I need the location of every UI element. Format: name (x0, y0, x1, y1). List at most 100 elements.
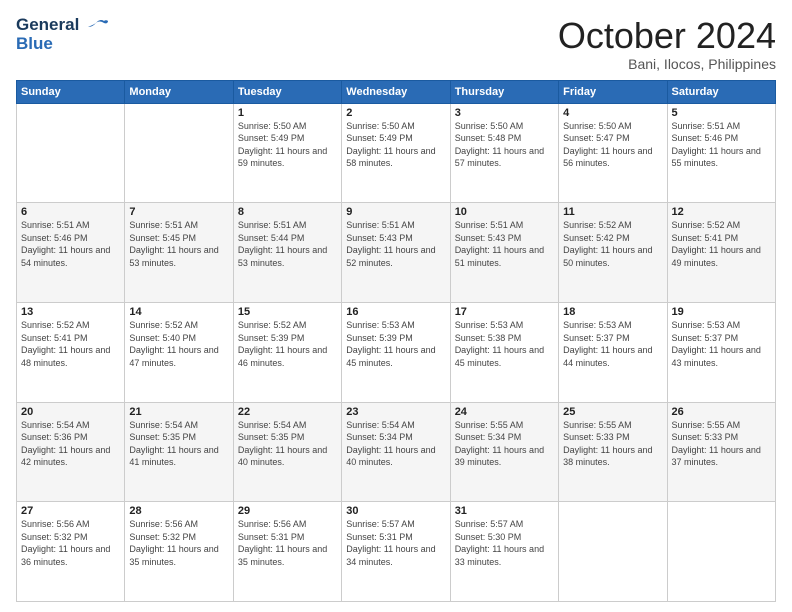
table-row: 10 Sunrise: 5:51 AMSunset: 5:43 PMDaylig… (450, 203, 558, 303)
calendar-week-row: 6 Sunrise: 5:51 AMSunset: 5:46 PMDayligh… (17, 203, 776, 303)
day-number: 12 (672, 206, 771, 218)
cell-info: Sunrise: 5:52 AMSunset: 5:41 PMDaylight:… (672, 219, 771, 269)
calendar-header-row: Sunday Monday Tuesday Wednesday Thursday… (17, 80, 776, 103)
day-number: 25 (563, 406, 662, 418)
cell-info: Sunrise: 5:51 AMSunset: 5:43 PMDaylight:… (455, 219, 554, 269)
table-row (667, 502, 775, 602)
col-tuesday: Tuesday (233, 80, 341, 103)
day-number: 29 (238, 505, 337, 517)
table-row: 17 Sunrise: 5:53 AMSunset: 5:38 PMDaylig… (450, 302, 558, 402)
day-number: 19 (672, 306, 771, 318)
cell-info: Sunrise: 5:52 AMSunset: 5:41 PMDaylight:… (21, 319, 120, 369)
day-number: 4 (563, 107, 662, 119)
table-row: 23 Sunrise: 5:54 AMSunset: 5:34 PMDaylig… (342, 402, 450, 502)
logo-blue: Blue (16, 35, 108, 54)
day-number: 30 (346, 505, 445, 517)
table-row (125, 103, 233, 203)
title-section: October 2024 Bani, Ilocos, Philippines (558, 16, 776, 72)
day-number: 13 (21, 306, 120, 318)
day-number: 18 (563, 306, 662, 318)
table-row: 28 Sunrise: 5:56 AMSunset: 5:32 PMDaylig… (125, 502, 233, 602)
cell-info: Sunrise: 5:54 AMSunset: 5:35 PMDaylight:… (238, 419, 337, 469)
cell-info: Sunrise: 5:52 AMSunset: 5:42 PMDaylight:… (563, 219, 662, 269)
day-number: 14 (129, 306, 228, 318)
col-sunday: Sunday (17, 80, 125, 103)
day-number: 8 (238, 206, 337, 218)
cell-info: Sunrise: 5:56 AMSunset: 5:31 PMDaylight:… (238, 518, 337, 568)
table-row: 15 Sunrise: 5:52 AMSunset: 5:39 PMDaylig… (233, 302, 341, 402)
table-row: 1 Sunrise: 5:50 AMSunset: 5:49 PMDayligh… (233, 103, 341, 203)
day-number: 3 (455, 107, 554, 119)
day-number: 23 (346, 406, 445, 418)
table-row: 2 Sunrise: 5:50 AMSunset: 5:49 PMDayligh… (342, 103, 450, 203)
day-number: 28 (129, 505, 228, 517)
calendar-week-row: 27 Sunrise: 5:56 AMSunset: 5:32 PMDaylig… (17, 502, 776, 602)
cell-info: Sunrise: 5:51 AMSunset: 5:46 PMDaylight:… (672, 120, 771, 170)
table-row: 27 Sunrise: 5:56 AMSunset: 5:32 PMDaylig… (17, 502, 125, 602)
col-monday: Monday (125, 80, 233, 103)
table-row: 20 Sunrise: 5:54 AMSunset: 5:36 PMDaylig… (17, 402, 125, 502)
cell-info: Sunrise: 5:53 AMSunset: 5:37 PMDaylight:… (672, 319, 771, 369)
day-number: 2 (346, 107, 445, 119)
table-row: 3 Sunrise: 5:50 AMSunset: 5:48 PMDayligh… (450, 103, 558, 203)
day-number: 24 (455, 406, 554, 418)
day-number: 17 (455, 306, 554, 318)
table-row: 26 Sunrise: 5:55 AMSunset: 5:33 PMDaylig… (667, 402, 775, 502)
day-number: 1 (238, 107, 337, 119)
table-row: 19 Sunrise: 5:53 AMSunset: 5:37 PMDaylig… (667, 302, 775, 402)
table-row: 4 Sunrise: 5:50 AMSunset: 5:47 PMDayligh… (559, 103, 667, 203)
day-number: 15 (238, 306, 337, 318)
table-row: 13 Sunrise: 5:52 AMSunset: 5:41 PMDaylig… (17, 302, 125, 402)
table-row: 21 Sunrise: 5:54 AMSunset: 5:35 PMDaylig… (125, 402, 233, 502)
day-number: 20 (21, 406, 120, 418)
cell-info: Sunrise: 5:54 AMSunset: 5:36 PMDaylight:… (21, 419, 120, 469)
table-row: 16 Sunrise: 5:53 AMSunset: 5:39 PMDaylig… (342, 302, 450, 402)
table-row: 22 Sunrise: 5:54 AMSunset: 5:35 PMDaylig… (233, 402, 341, 502)
cell-info: Sunrise: 5:56 AMSunset: 5:32 PMDaylight:… (129, 518, 228, 568)
cell-info: Sunrise: 5:57 AMSunset: 5:30 PMDaylight:… (455, 518, 554, 568)
table-row: 12 Sunrise: 5:52 AMSunset: 5:41 PMDaylig… (667, 203, 775, 303)
logo-bird-icon (86, 19, 108, 33)
table-row: 8 Sunrise: 5:51 AMSunset: 5:44 PMDayligh… (233, 203, 341, 303)
cell-info: Sunrise: 5:55 AMSunset: 5:33 PMDaylight:… (672, 419, 771, 469)
day-number: 11 (563, 206, 662, 218)
day-number: 10 (455, 206, 554, 218)
table-row: 6 Sunrise: 5:51 AMSunset: 5:46 PMDayligh… (17, 203, 125, 303)
cell-info: Sunrise: 5:51 AMSunset: 5:43 PMDaylight:… (346, 219, 445, 269)
table-row: 14 Sunrise: 5:52 AMSunset: 5:40 PMDaylig… (125, 302, 233, 402)
table-row (559, 502, 667, 602)
cell-info: Sunrise: 5:51 AMSunset: 5:44 PMDaylight:… (238, 219, 337, 269)
cell-info: Sunrise: 5:51 AMSunset: 5:46 PMDaylight:… (21, 219, 120, 269)
cell-info: Sunrise: 5:54 AMSunset: 5:35 PMDaylight:… (129, 419, 228, 469)
day-number: 16 (346, 306, 445, 318)
table-row: 24 Sunrise: 5:55 AMSunset: 5:34 PMDaylig… (450, 402, 558, 502)
day-number: 22 (238, 406, 337, 418)
cell-info: Sunrise: 5:53 AMSunset: 5:37 PMDaylight:… (563, 319, 662, 369)
cell-info: Sunrise: 5:52 AMSunset: 5:40 PMDaylight:… (129, 319, 228, 369)
day-number: 21 (129, 406, 228, 418)
day-number: 26 (672, 406, 771, 418)
cell-info: Sunrise: 5:50 AMSunset: 5:48 PMDaylight:… (455, 120, 554, 170)
table-row: 9 Sunrise: 5:51 AMSunset: 5:43 PMDayligh… (342, 203, 450, 303)
col-wednesday: Wednesday (342, 80, 450, 103)
cell-info: Sunrise: 5:53 AMSunset: 5:39 PMDaylight:… (346, 319, 445, 369)
cell-info: Sunrise: 5:56 AMSunset: 5:32 PMDaylight:… (21, 518, 120, 568)
col-thursday: Thursday (450, 80, 558, 103)
cell-info: Sunrise: 5:50 AMSunset: 5:49 PMDaylight:… (346, 120, 445, 170)
cell-info: Sunrise: 5:55 AMSunset: 5:33 PMDaylight:… (563, 419, 662, 469)
cell-info: Sunrise: 5:57 AMSunset: 5:31 PMDaylight:… (346, 518, 445, 568)
day-number: 31 (455, 505, 554, 517)
day-number: 27 (21, 505, 120, 517)
cell-info: Sunrise: 5:52 AMSunset: 5:39 PMDaylight:… (238, 319, 337, 369)
page: General Blue October 2024 Bani, Ilocos, … (0, 0, 792, 612)
month-title: October 2024 (558, 16, 776, 56)
cell-info: Sunrise: 5:50 AMSunset: 5:47 PMDaylight:… (563, 120, 662, 170)
day-number: 7 (129, 206, 228, 218)
table-row: 7 Sunrise: 5:51 AMSunset: 5:45 PMDayligh… (125, 203, 233, 303)
calendar-table: Sunday Monday Tuesday Wednesday Thursday… (16, 80, 776, 602)
day-number: 6 (21, 206, 120, 218)
header: General Blue October 2024 Bani, Ilocos, … (16, 16, 776, 72)
location: Bani, Ilocos, Philippines (558, 56, 776, 72)
table-row: 29 Sunrise: 5:56 AMSunset: 5:31 PMDaylig… (233, 502, 341, 602)
calendar-week-row: 13 Sunrise: 5:52 AMSunset: 5:41 PMDaylig… (17, 302, 776, 402)
